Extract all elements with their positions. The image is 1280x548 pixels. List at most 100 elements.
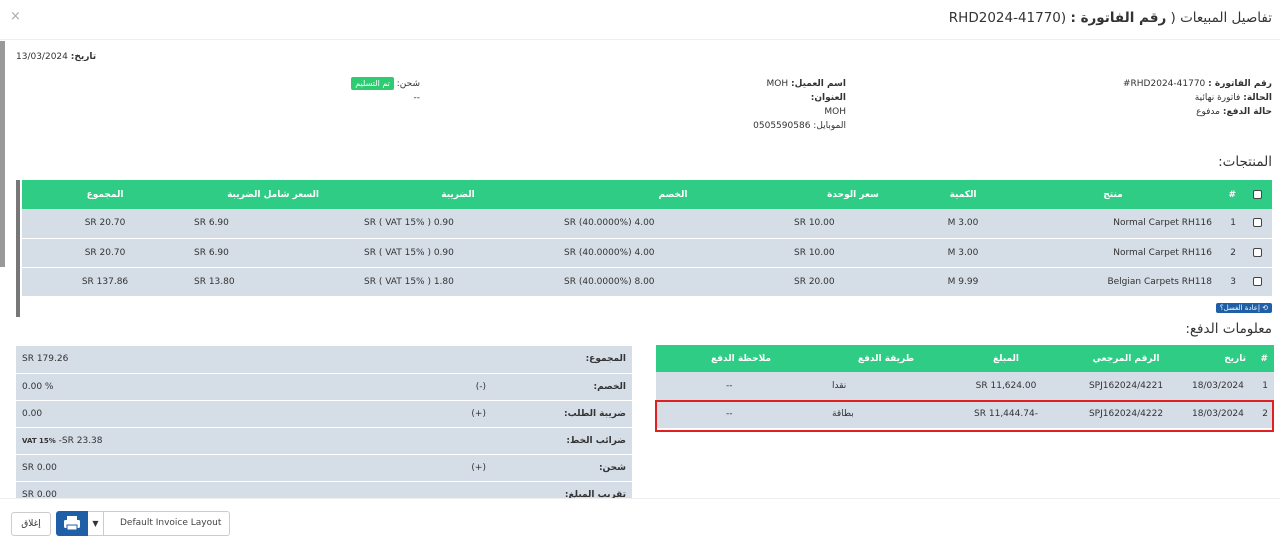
product-row: 2 Normal Carpet RH116 3.00 M SR 10.00 SR… [22,238,1272,268]
row-checkbox[interactable] [1252,247,1262,257]
totals-label: ضريبة الطلب: [492,400,632,428]
modal-body: تاريخ: 13/03/2024 رقم الفاتورة : #RHD202… [0,41,1280,498]
totals-op: (+) [312,454,492,482]
totals-op [312,346,492,374]
totals-row: الخصم: (-) % 0.00 [16,373,632,401]
cell-number: 2 [1218,238,1242,268]
pay-col-method: طريقة الدفع [826,345,946,372]
totals-label: شحن: [492,454,632,482]
table-scroll-edge [16,180,20,317]
totals-value: SR 0.00 [16,454,312,482]
date-label: تاريخ: [70,52,97,62]
print-options-toggle[interactable]: ▼ [88,511,104,536]
date-value: 13/03/2024 [16,52,68,62]
payment-status-value: مدفوع [1196,107,1220,117]
shipping-label: شحن: [396,79,420,89]
title-invoice-number: RHD2024-41770) [948,10,1067,26]
close-icon[interactable]: × [10,9,21,24]
pay-cell-ref: SPJ162024/4221 [1066,372,1186,401]
shipping-status-badge: تم التسليم [351,77,394,90]
col-header-quantity: الكمية [918,180,1008,209]
pay-cell-amount: SR 11,624.00 [946,372,1066,401]
cell-quantity: 9.99 M [918,267,1008,297]
reset-wash-button[interactable]: ⟲ إعادة الغسل؟ [1215,303,1272,313]
cell-discount: SR (40.0000%) 4.00 [558,238,788,268]
invoice-number-value: #RHD2024-41770 [1123,79,1206,89]
invoice-status-value: فاتورة نهائية [1194,93,1241,103]
pay-cell-number: 1 [1252,372,1274,401]
cell-price-inc-tax: SR 13.80 [188,267,358,297]
cell-tax: SR ( VAT 15% ) 0.90 [358,238,558,268]
invoice-layout-select[interactable]: Default Invoice Layout [104,511,230,536]
payments-header-row: # تاريخ الرقم المرجعي المبلغ طريقة الدفع… [656,345,1274,372]
cell-discount: SR (40.0000%) 4.00 [558,209,788,239]
printer-icon [64,516,80,531]
refresh-icon: ⟲ [1262,304,1268,312]
product-row: 1 Normal Carpet RH116 3.00 M SR 10.00 SR… [22,209,1272,239]
select-all-checkbox[interactable] [1252,189,1262,199]
pay-col-note: ملاحظة الدفع [656,345,826,372]
cell-product: Normal Carpet RH116 [1008,209,1218,239]
customer-mobile-value: 0505590586 [753,121,811,131]
customer-mobile-label: الموبايل: [813,121,846,131]
totals-value: SR 179.26 [16,346,312,374]
modal-footer: إغلاق ▼ Default Invoice Layout [0,498,1280,548]
cell-discount: SR (40.0000%) 8.00 [558,267,788,297]
payment-status-label: حالة الدفع: [1222,107,1272,117]
invoice-status-label: الحالة: [1243,93,1272,103]
col-header-price-inc-tax: السعر شامل الضريبة [188,180,358,209]
totals-value: % 0.00 [16,373,312,401]
pay-col-ref: الرقم المرجعي [1066,345,1186,372]
totals-row: ضرائب الخط: VAT 15% -SR 23.38 [16,427,632,455]
products-header-row: # منتج الكمية سعر الوحدة الخصم الضريبة ا… [22,180,1272,209]
modal-title: تفاصيل المبيعات ( رقم الفاتورة : RHD2024… [949,10,1272,26]
totals-label: ضرائب الخط: [492,427,632,455]
invoice-info: رقم الفاتورة : #RHD2024-41770 الحالة: فا… [1123,77,1272,119]
products-table: # منتج الكمية سعر الوحدة الخصم الضريبة ا… [22,180,1272,297]
cell-quantity: 3.00 M [918,238,1008,268]
customer-name-label: اسم العميل: [790,79,846,89]
cell-total: SR 137.86 [22,267,188,297]
customer-address-label: العنوان: [810,93,846,103]
customer-info: اسم العميل: MOH العنوان: MOH الموبايل: 0… [753,77,846,133]
totals-value: SR 0.00 [16,481,312,498]
pay-col-date: تاريخ [1186,345,1252,372]
print-button[interactable] [56,511,88,536]
totals-label: الخصم: [492,373,632,401]
cell-product: Belgian Carpets RH118 [1008,267,1218,297]
totals-op [312,481,492,498]
cell-total: SR 20.70 [22,238,188,268]
payment-row: 1 18/03/2024 SPJ162024/4221 SR 11,624.00… [656,372,1274,401]
col-header-discount: الخصم [558,180,788,209]
pay-cell-note: -- [656,372,826,401]
cell-quantity: 3.00 M [918,209,1008,239]
cell-price-inc-tax: SR 6.90 [188,209,358,239]
modal-header: تفاصيل المبيعات ( رقم الفاتورة : RHD2024… [0,0,1280,40]
totals-label: تقريب المبلغ: [492,481,632,498]
customer-address-value: MOH [824,107,846,117]
row-checkbox[interactable] [1252,218,1262,228]
col-header-tax: الضريبة [358,180,558,209]
cell-number: 3 [1218,267,1242,297]
row-checkbox[interactable] [1252,276,1262,286]
shipping-details: -- [413,93,421,103]
cell-tax: SR ( VAT 15% ) 0.90 [358,209,558,239]
totals-row: تقريب المبلغ: SR 0.00 [16,481,632,498]
cell-price-inc-tax: SR 6.90 [188,238,358,268]
totals-op: (+) [312,400,492,428]
close-button[interactable]: إغلاق [11,512,51,536]
totals-table: المجموع: SR 179.26 الخصم: (-) % 0.00 ضري… [16,346,632,498]
chevron-down-icon: ▼ [92,519,99,528]
title-invoice-label: رقم الفاتورة : [1070,10,1167,26]
totals-op: (-) [312,373,492,401]
totals-row: شحن: (+) SR 0.00 [16,454,632,482]
cell-number: 1 [1218,209,1242,239]
select-all-header [1242,180,1272,209]
totals-value: 0.00 [16,400,312,428]
invoice-number-label: رقم الفاتورة : [1208,79,1272,89]
payments-section-title: معلومات الدفع: [1185,321,1272,337]
reset-wash-label: إعادة الغسل؟ [1219,304,1260,312]
pay-cell-date: 18/03/2024 [1186,372,1252,401]
pay-cell-method: نقدا [826,372,946,401]
totals-row: المجموع: SR 179.26 [16,346,632,374]
